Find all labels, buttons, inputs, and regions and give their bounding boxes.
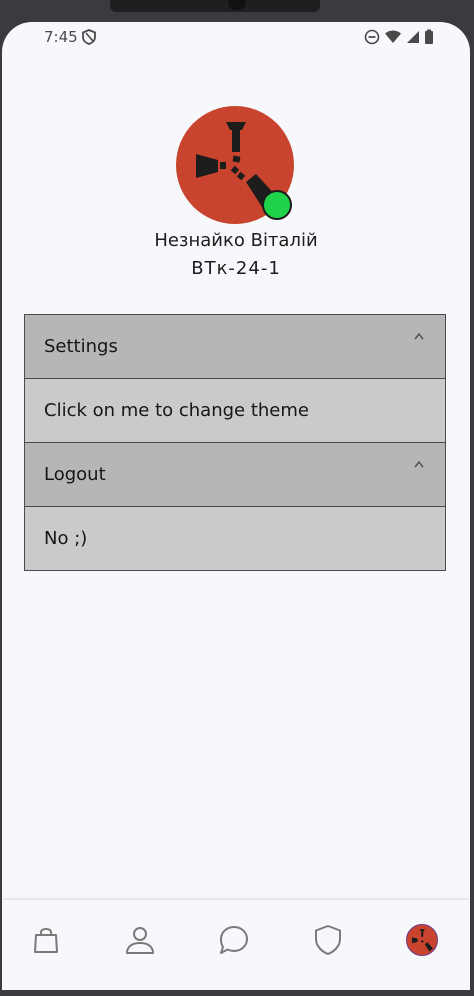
status-time: 7:45 <box>44 28 78 46</box>
shopping-bag-icon <box>34 928 58 953</box>
camera-notch <box>110 0 320 12</box>
accordion-header-settings[interactable]: Settings <box>25 315 445 378</box>
rust-logo-icon <box>412 929 433 952</box>
accordion-content: No ;) <box>44 528 88 549</box>
nav-security[interactable] <box>310 922 346 958</box>
signal-icon <box>407 31 419 43</box>
accordion-header-logout[interactable]: Logout <box>25 443 445 506</box>
chat-icon <box>220 926 248 954</box>
profile-avatar <box>406 924 438 956</box>
chevron-up-icon[interactable] <box>413 459 425 469</box>
do-not-disturb-icon <box>364 29 380 45</box>
nav-account[interactable] <box>404 922 440 958</box>
accordion-item-logout-no[interactable]: No ;) <box>25 507 445 570</box>
chevron-up-icon[interactable] <box>413 331 425 341</box>
battery-icon <box>425 29 433 44</box>
accordion-title: Logout <box>44 464 106 485</box>
device-frame: 7:45 Незнайко Віталій ВТк-24-1 Settings … <box>0 0 474 996</box>
app-screen: 7:45 Незнайко Віталій ВТк-24-1 Settings … <box>2 22 470 990</box>
status-icons <box>364 29 434 45</box>
status-bar: 7:45 <box>2 22 470 54</box>
bottom-navigation <box>2 900 470 990</box>
wifi-icon <box>385 30 401 43</box>
settings-accordion: Settings Click on me to change theme Log… <box>24 314 446 571</box>
front-camera <box>228 0 246 10</box>
person-icon <box>126 927 154 954</box>
nav-chat[interactable] <box>216 922 252 958</box>
accordion-content: Click on me to change theme <box>44 400 309 421</box>
vpn-shield-icon <box>82 29 96 45</box>
nav-profile[interactable] <box>122 922 158 958</box>
profile-avatar-wrap <box>176 106 294 224</box>
nav-shop[interactable] <box>28 922 64 958</box>
user-group: ВТк-24-1 <box>191 258 281 279</box>
accordion-item-change-theme[interactable]: Click on me to change theme <box>25 379 445 442</box>
online-status-dot <box>262 190 292 220</box>
shield-icon <box>315 925 341 955</box>
accordion-title: Settings <box>44 336 118 357</box>
user-name: Незнайко Віталій <box>154 230 318 251</box>
